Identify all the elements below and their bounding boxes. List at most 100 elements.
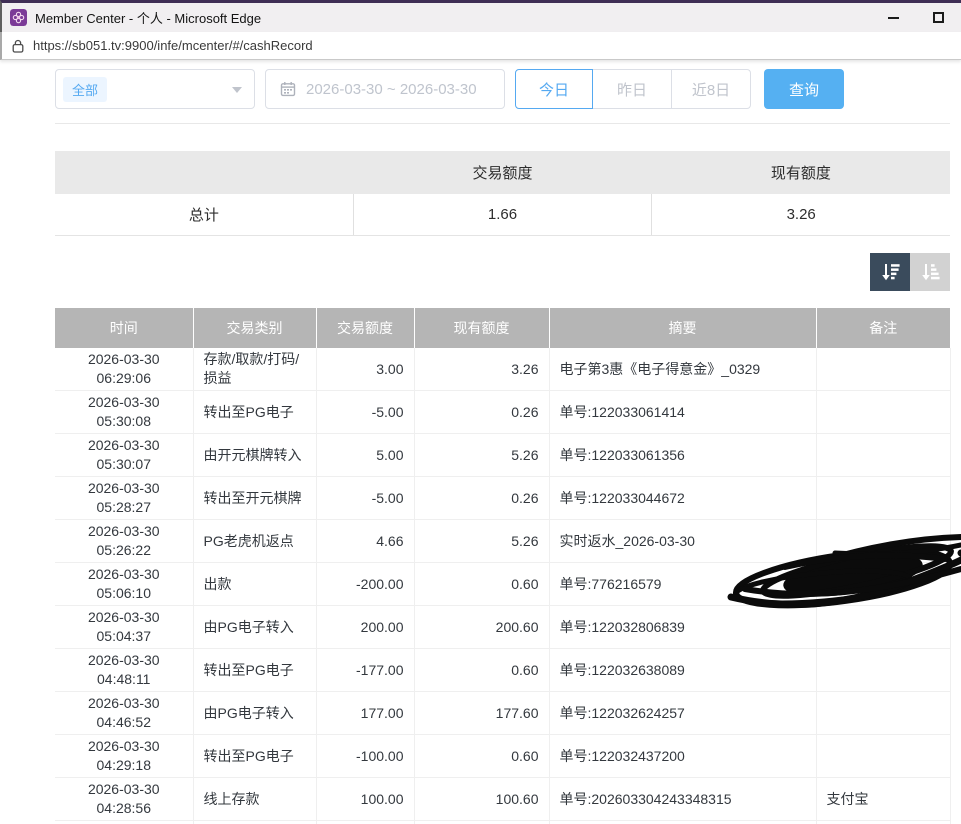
summary-total-cell: 1.66 [354, 194, 653, 235]
sort-desc-icon [879, 261, 901, 283]
cell-balance: 0.60 [414, 735, 549, 778]
cell-balance: 200.60 [414, 606, 549, 649]
column-header: 交易额度 [316, 308, 414, 348]
cell-time: 2026-03-30 05:26:22 [55, 520, 193, 563]
browser-urlbar[interactable]: https://sb051.tv:9900/infe/mcenter/#/cas… [0, 32, 961, 60]
column-header: 交易类别 [193, 308, 316, 348]
sort-descending-button[interactable] [870, 253, 910, 291]
cell-summary: 单号:122033061414 [549, 391, 816, 434]
cell-amount: 3.00 [316, 348, 414, 391]
quick-range-last8days[interactable]: 近8日 [671, 69, 751, 109]
cell-remark [816, 649, 950, 692]
cell-time: 2026-03-30 04:48:11 [55, 649, 193, 692]
category-select[interactable]: 全部 [55, 69, 255, 109]
summary-header-cell: 交易额度 [353, 151, 651, 194]
cell-summary: 电子第3惠《电子得意金》_0329 [549, 348, 816, 391]
cell-type: 由开元棋牌转入 [193, 434, 316, 477]
cell-type: 存款/取款/打码/损益 [193, 348, 316, 391]
cell-type: 由PG电子转入 [193, 606, 316, 649]
minimize-icon [888, 17, 899, 19]
cell-time: 2026-03-30 04:25:34 [55, 821, 193, 824]
cell-type: 转出至PG电子 [193, 821, 316, 824]
cell-type: 由PG电子转入 [193, 692, 316, 735]
table-row: 2026-03-30 05:28:27转出至开元棋牌-5.000.26单号:12… [55, 477, 950, 520]
date-range-picker[interactable]: 2026-03-30 ~ 2026-03-30 [265, 69, 505, 109]
cell-balance: 0.60 [414, 821, 549, 824]
category-selected-tag[interactable]: 全部 [63, 77, 107, 102]
cell-summary: 单号:202603304243348315 [549, 778, 816, 821]
cell-time: 2026-03-30 05:06:10 [55, 563, 193, 606]
transactions-body: 2026-03-30 06:29:06存款/取款/打码/损益3.003.26电子… [55, 348, 950, 824]
cell-type: PG老虎机返点 [193, 520, 316, 563]
table-row: 2026-03-30 04:46:52由PG电子转入177.00177.60单号… [55, 692, 950, 735]
site-favicon-icon [10, 9, 27, 26]
cell-amount: -200.00 [316, 563, 414, 606]
cell-balance: 5.26 [414, 434, 549, 477]
cell-balance: 0.26 [414, 477, 549, 520]
cell-summary: 单号:122032624257 [549, 692, 816, 735]
chevron-down-icon [232, 87, 242, 93]
column-header: 时间 [55, 308, 193, 348]
sort-ascending-button[interactable] [910, 253, 950, 291]
cell-time: 2026-03-30 05:04:37 [55, 606, 193, 649]
cash-record-page: 全部 2026-03-30 ~ 2026-03-30 今日昨日近8日 [0, 60, 961, 824]
cell-amount: 100.00 [316, 778, 414, 821]
quick-range-today[interactable]: 今日 [515, 69, 593, 109]
cell-remark [816, 348, 950, 391]
cell-summary: 单号:122033044672 [549, 477, 816, 520]
cell-type: 线上存款 [193, 778, 316, 821]
cell-amount: 200.00 [316, 606, 414, 649]
cell-time: 2026-03-30 05:30:08 [55, 391, 193, 434]
summary-header-cell: 现有额度 [652, 151, 950, 194]
cell-remark [816, 434, 950, 477]
cell-remark [816, 821, 950, 824]
cell-amount: -5.00 [316, 391, 414, 434]
table-row: 2026-03-30 04:28:56线上存款100.00100.60单号:20… [55, 778, 950, 821]
summary-total-row: 总计1.663.26 [55, 194, 950, 236]
filter-divider [55, 123, 950, 124]
cell-time: 2026-03-30 04:46:52 [55, 692, 193, 735]
transactions-header-row: 时间交易类别交易额度现有额度摘要备注 [55, 308, 950, 348]
cell-balance: 177.60 [414, 692, 549, 735]
cell-summary: 单号:122032394474 [549, 821, 816, 824]
cell-remark [816, 692, 950, 735]
column-header: 备注 [816, 308, 950, 348]
cell-type: 出款 [193, 563, 316, 606]
cell-time: 2026-03-30 05:30:07 [55, 434, 193, 477]
cell-summary: 单号:122033061356 [549, 434, 816, 477]
maximize-button[interactable] [916, 3, 961, 32]
cell-time: 2026-03-30 05:28:27 [55, 477, 193, 520]
transactions-table: 时间交易类别交易额度现有额度摘要备注 2026-03-30 06:29:06存款… [55, 308, 951, 824]
date-range-value[interactable]: 2026-03-30 ~ 2026-03-30 [306, 81, 477, 98]
search-button[interactable]: 查询 [764, 69, 844, 109]
minimize-button[interactable] [871, 3, 916, 32]
browser-titlebar: Member Center - 个人 - Microsoft Edge [0, 0, 961, 32]
cell-remark [816, 520, 950, 563]
lock-icon [12, 39, 24, 53]
table-row: 2026-03-30 05:30:08转出至PG电子-5.000.26单号:12… [55, 391, 950, 434]
cell-summary: 单号:122032638089 [549, 649, 816, 692]
cell-type: 转出至PG电子 [193, 649, 316, 692]
cell-type: 转出至PG电子 [193, 391, 316, 434]
url-text[interactable]: https://sb051.tv:9900/infe/mcenter/#/cas… [33, 38, 313, 53]
summary-table: 交易额度现有额度 总计1.663.26 [55, 151, 950, 236]
summary-header-row: 交易额度现有额度 [55, 151, 950, 194]
calendar-icon [280, 81, 296, 97]
summary-total-cell: 总计 [55, 194, 354, 235]
cell-balance: 5.26 [414, 520, 549, 563]
quick-range-yesterday[interactable]: 昨日 [592, 69, 672, 109]
table-row: 2026-03-30 04:29:18转出至PG电子-100.000.60单号:… [55, 735, 950, 778]
table-row: 2026-03-30 06:29:06存款/取款/打码/损益3.003.26电子… [55, 348, 950, 391]
cell-time: 2026-03-30 04:28:56 [55, 778, 193, 821]
cell-amount: -5.00 [316, 477, 414, 520]
column-header: 现有额度 [414, 308, 549, 348]
table-row: 2026-03-30 05:04:37由PG电子转入200.00200.60单号… [55, 606, 950, 649]
cell-amount: -1.00 [316, 821, 414, 824]
quick-range-group: 今日昨日近8日 [515, 69, 751, 109]
cell-amount: 5.00 [316, 434, 414, 477]
table-row: 2026-03-30 05:06:10出款-200.000.60单号:77621… [55, 563, 950, 606]
cell-remark [816, 735, 950, 778]
cell-balance: 100.60 [414, 778, 549, 821]
cell-summary: 单号:776216579 [549, 563, 816, 606]
sort-controls [55, 253, 950, 291]
